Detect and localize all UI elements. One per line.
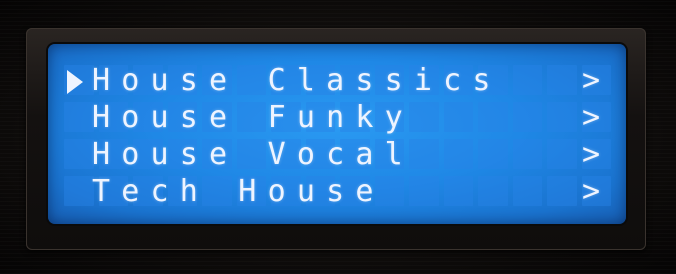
menu-item[interactable]: House Vocal > <box>62 137 614 175</box>
device-panel: House Classics > House Funky > House Voc… <box>0 0 676 274</box>
menu-item[interactable]: Tech House > <box>62 174 614 212</box>
chevron-right-icon: > <box>582 63 601 98</box>
chevron-right-icon: > <box>582 100 601 135</box>
menu-item[interactable]: House Classics > <box>62 63 614 101</box>
chevron-right-icon: > <box>582 137 601 172</box>
menu-item-label: House Classics <box>92 63 502 98</box>
chevron-right-icon: > <box>582 174 601 209</box>
menu-item-label: House Vocal <box>92 137 414 172</box>
right-triangle-selector-icon <box>67 70 83 94</box>
menu-item[interactable]: House Funky > <box>62 100 614 138</box>
menu-item-label: Tech House <box>92 174 385 209</box>
lcd-text-layer: House Classics > House Funky > House Voc… <box>62 63 614 212</box>
lcd-screen: House Classics > House Funky > House Voc… <box>48 44 626 224</box>
menu-item-label: House Funky <box>92 100 414 135</box>
